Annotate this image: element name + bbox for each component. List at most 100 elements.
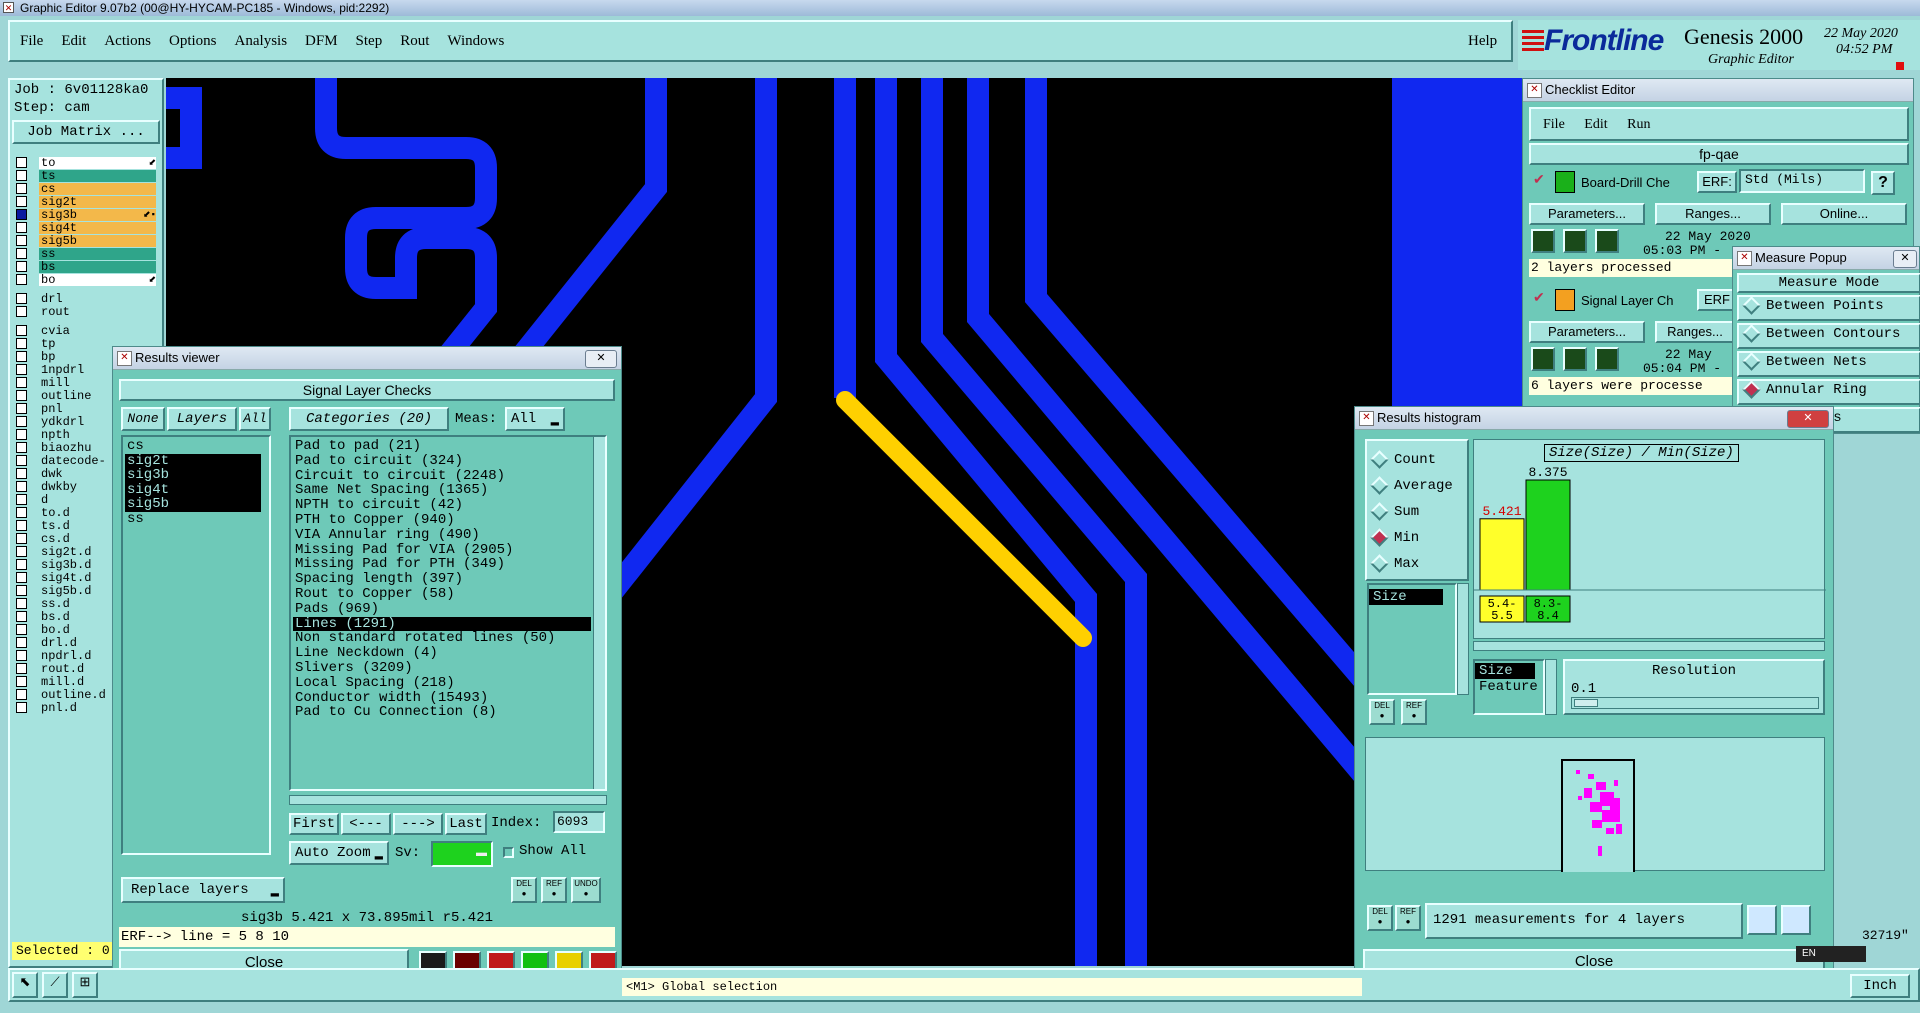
meas-select[interactable]: All ▬ (505, 407, 565, 431)
layer-checkbox[interactable] (16, 572, 27, 583)
run-icon[interactable] (1563, 347, 1587, 371)
rv-category-item[interactable]: Pads (969) (293, 601, 591, 617)
chart-scrollbar[interactable] (1473, 641, 1825, 651)
first-button[interactable]: First (289, 813, 339, 835)
h-scrollbar[interactable] (289, 795, 607, 805)
layer-row[interactable]: rout (16, 305, 156, 318)
ref-icon[interactable]: REF ● (1401, 699, 1427, 725)
layer-checkbox[interactable] (16, 507, 27, 518)
parameters-button[interactable]: Parameters... (1529, 321, 1645, 343)
hist-mode-option[interactable]: Average (1370, 473, 1461, 499)
rv-category-item[interactable]: VIA Annular ring (490) (293, 527, 591, 543)
layer-checkbox[interactable] (16, 170, 27, 181)
layer-row[interactable]: to ⬋ (16, 156, 156, 169)
layer-checkbox[interactable] (16, 183, 27, 194)
hist-axis-list[interactable]: Size Feature (1473, 659, 1545, 715)
rv-category-item[interactable]: NPTH to circuit (42) (293, 498, 591, 513)
layer-row[interactable]: sig2t (16, 195, 156, 208)
rv-layer-item[interactable]: sig2t (125, 453, 261, 468)
next-button[interactable]: ---> (393, 813, 443, 835)
layer-checkbox[interactable] (16, 157, 27, 168)
ranges-button[interactable]: Ranges... (1655, 203, 1771, 225)
auto-zoom-select[interactable]: Auto Zoom ▬ (289, 841, 389, 865)
cl-menu-file[interactable]: File (1543, 117, 1565, 132)
resolution-slider[interactable] (1571, 697, 1819, 709)
axis-scrollbar[interactable] (1545, 659, 1557, 715)
rv-category-item[interactable]: Pad to Cu Connection (8) (293, 705, 591, 720)
all-button[interactable]: All (239, 407, 271, 431)
layer-checkbox[interactable] (16, 306, 27, 317)
print-icon[interactable] (1781, 905, 1811, 935)
del-icon[interactable]: DEL ● (511, 877, 537, 903)
rv-category-item[interactable]: Slivers (3209) (293, 661, 591, 676)
menu-step[interactable]: Step (356, 33, 383, 50)
layer-checkbox[interactable] (16, 248, 27, 259)
close-icon[interactable]: ✕ (1893, 250, 1917, 268)
help-button[interactable]: ? (1871, 171, 1895, 195)
measure-mode-option[interactable]: Between Nets (1737, 351, 1920, 377)
del-icon[interactable]: DEL ● (1369, 699, 1395, 725)
rv-category-item[interactable]: Pad to circuit (324) (293, 453, 591, 469)
ranges-button[interactable]: Ranges... (1655, 321, 1735, 343)
layer-checkbox[interactable] (16, 377, 27, 388)
run-icon[interactable] (1563, 229, 1587, 253)
layer-checkbox[interactable] (16, 429, 27, 440)
rv-layers-list[interactable]: cs sig2t sig3b sig4t sig5b ss (121, 435, 271, 855)
layer-checkbox[interactable] (16, 611, 27, 622)
rv-category-item[interactable]: Lines (1291) (293, 616, 591, 632)
rv-layer-item[interactable]: cs (125, 439, 261, 454)
layer-checkbox[interactable] (16, 293, 27, 304)
layer-checkbox[interactable] (16, 364, 27, 375)
ref-icon[interactable]: REF ● (1395, 905, 1421, 931)
layer-checkbox[interactable] (16, 559, 27, 570)
layer-checkbox[interactable] (16, 494, 27, 505)
layer-checkbox[interactable] (16, 325, 27, 336)
layer-checkbox[interactable] (16, 196, 27, 207)
layer-checkbox[interactable] (16, 533, 27, 544)
run-icon[interactable] (1531, 347, 1555, 371)
layer-checkbox[interactable] (16, 663, 27, 674)
hist-mode-option[interactable]: Max (1370, 551, 1461, 577)
menu-options[interactable]: Options (169, 33, 217, 50)
rv-layer-item[interactable]: sig5b (125, 497, 261, 512)
layer-row[interactable]: ts (16, 169, 156, 182)
hist-mode-option[interactable]: Count (1370, 447, 1461, 473)
layer-row[interactable]: ss (16, 247, 156, 260)
menu-dfm[interactable]: DFM (305, 33, 338, 50)
layer-checkbox[interactable] (16, 676, 27, 687)
layer-checkbox[interactable] (16, 338, 27, 349)
check-label[interactable]: Board-Drill Che (1581, 175, 1670, 190)
run-icon[interactable] (1531, 229, 1555, 253)
layer-checkbox[interactable] (16, 468, 27, 479)
cl-menu-edit[interactable]: Edit (1584, 117, 1607, 132)
rv-category-item[interactable]: Spacing length (397) (293, 572, 591, 587)
rv-category-item[interactable]: Same Net Spacing (1365) (293, 483, 591, 498)
rv-categories-list[interactable]: Pad to pad (21) Pad to circuit (324) Circu… (289, 435, 607, 791)
rv-category-item[interactable]: Pad to pad (21) (293, 439, 591, 454)
layer-checkbox[interactable] (16, 689, 27, 700)
layer-checkbox[interactable] (16, 416, 27, 427)
menu-windows[interactable]: Windows (447, 33, 504, 50)
rv-layer-item[interactable]: sig4t (125, 482, 261, 497)
layer-checkbox[interactable] (16, 351, 27, 362)
layer-checkbox[interactable] (16, 455, 27, 466)
rv-category-item[interactable]: Conductor width (15493) (293, 690, 591, 706)
menu-rout[interactable]: Rout (400, 33, 429, 50)
categories-button[interactable]: Categories (20) (289, 407, 449, 431)
layer-checkbox[interactable] (16, 546, 27, 557)
index-input[interactable]: 6093 (553, 811, 605, 833)
rv-category-item[interactable]: Missing Pad for PTH (349) (293, 557, 591, 572)
run-icon[interactable] (1595, 229, 1619, 253)
rv-category-item[interactable]: Line Neckdown (4) (293, 646, 591, 661)
scrollbar[interactable] (593, 437, 605, 789)
layer-checkbox[interactable] (16, 520, 27, 531)
measure-mode-option[interactable]: Between Contours (1737, 323, 1920, 349)
layer-checkbox[interactable] (16, 222, 27, 233)
tool-grid-icon[interactable]: ⊞ (72, 972, 98, 998)
last-button[interactable]: Last (445, 813, 487, 835)
job-matrix-button[interactable]: Job Matrix ... (12, 120, 160, 144)
close-icon[interactable]: ✕ (585, 350, 617, 368)
measure-mode-option[interactable]: Annular Ring (1737, 379, 1920, 405)
layer-checkbox[interactable] (16, 442, 27, 453)
feature-item[interactable]: Feature (1475, 679, 1543, 695)
